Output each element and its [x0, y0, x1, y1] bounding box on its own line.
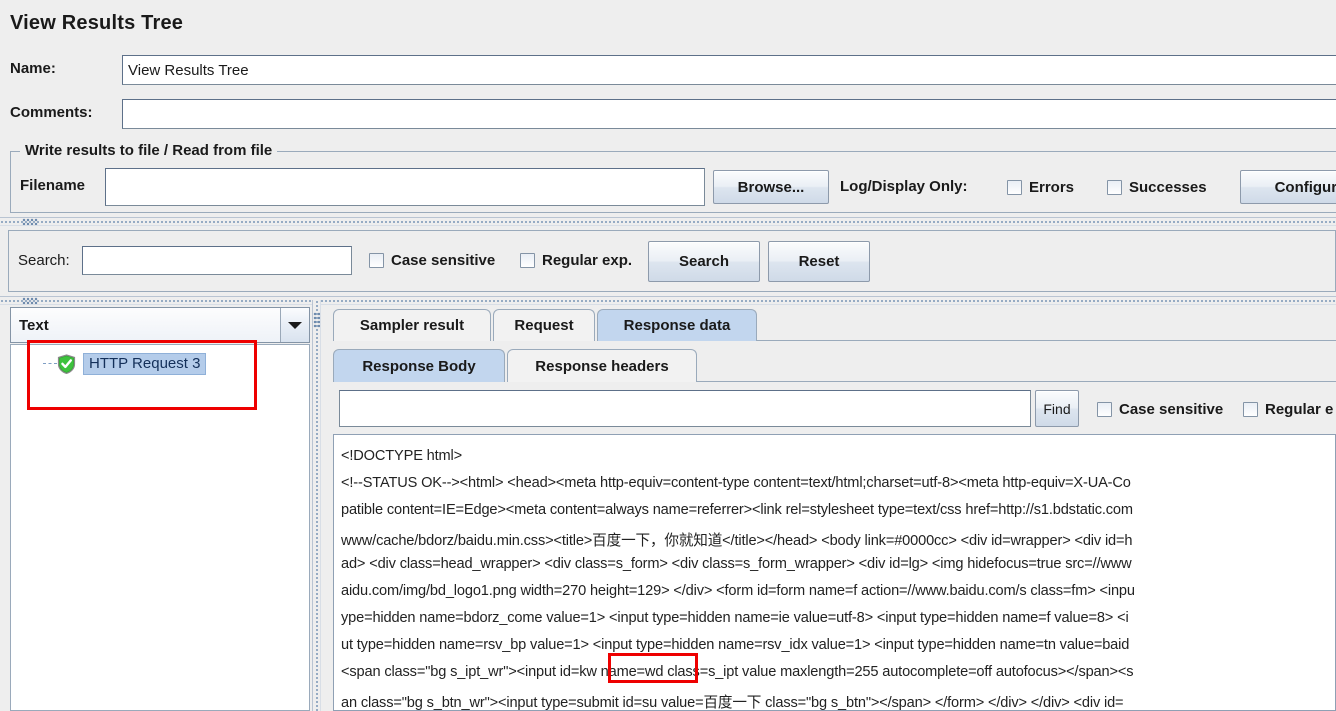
- successes-checkbox[interactable]: Successes: [1107, 179, 1207, 196]
- tree-elbow-icon: [43, 363, 57, 364]
- find-regular-exp-label: Regular e: [1265, 401, 1334, 418]
- find-case-sensitive-checkbox[interactable]: Case sensitive: [1097, 401, 1223, 418]
- filename-input[interactable]: [105, 168, 705, 206]
- find-button[interactable]: Find: [1035, 390, 1079, 427]
- green-shield-check-icon: [57, 354, 76, 374]
- response-body-line: aidu.com/img/bd_logo1.png width=270 heig…: [341, 583, 1135, 599]
- configure-button[interactable]: Configure: [1240, 170, 1336, 204]
- response-body-line: ad> <div class=head_wrapper> <div class=…: [341, 556, 1132, 572]
- filename-label: Filename: [20, 177, 86, 194]
- response-body-line: <!--STATUS OK--><html> <head><meta http-…: [341, 475, 1131, 491]
- errors-checkbox[interactable]: Errors: [1007, 179, 1074, 196]
- render-selector-combobox[interactable]: Text: [10, 307, 310, 343]
- search-case-sensitive-checkbox[interactable]: Case sensitive: [369, 252, 495, 269]
- horizontal-splitter-middle[interactable]: [0, 296, 1336, 305]
- browse-button[interactable]: Browse...: [713, 170, 829, 204]
- splitter-grip-icon: [22, 297, 38, 304]
- render-selector-value: Text: [11, 308, 280, 342]
- response-body-line: an class="bg s_btn_wr"><input type=submi…: [341, 695, 1124, 711]
- checkbox-box-icon: [1007, 180, 1022, 195]
- tab-response-data[interactable]: Response data: [597, 309, 757, 341]
- chevron-down-icon[interactable]: [280, 308, 309, 342]
- tab-request[interactable]: Request: [493, 309, 595, 341]
- tab-response-headers[interactable]: Response headers: [507, 349, 697, 382]
- tab-sampler-result[interactable]: Sampler result: [333, 309, 491, 341]
- horizontal-splitter-top[interactable]: [0, 217, 1336, 226]
- response-body-line: ut type=hidden name=rsv_bp value=1> <inp…: [341, 637, 1130, 653]
- response-tabs-underline: [697, 381, 1336, 382]
- tree-node-http-request-3[interactable]: HTTP Request 3: [57, 353, 207, 375]
- search-button[interactable]: Search: [648, 241, 760, 282]
- response-body-line: <span class="bg s_ipt_wr"><input id=kw n…: [341, 664, 1134, 680]
- page-title: View Results Tree: [10, 12, 184, 34]
- search-input[interactable]: [82, 246, 352, 275]
- checkbox-box-icon: [369, 253, 384, 268]
- checkbox-box-icon: [520, 253, 535, 268]
- checkbox-box-icon: [1097, 402, 1112, 417]
- errors-checkbox-label: Errors: [1029, 179, 1075, 196]
- vertical-splitter[interactable]: [312, 300, 321, 711]
- response-body-textarea[interactable]: <!DOCTYPE html> <!--STATUS OK--><html> <…: [333, 434, 1336, 711]
- comments-input[interactable]: [122, 99, 1336, 129]
- results-tree[interactable]: HTTP Request 3: [10, 344, 310, 711]
- find-regular-exp-checkbox[interactable]: Regular e: [1243, 401, 1333, 418]
- search-regular-exp-label: Regular exp.: [542, 252, 633, 269]
- search-case-sensitive-label: Case sensitive: [391, 252, 496, 269]
- checkbox-box-icon: [1243, 402, 1258, 417]
- response-body-line: www/cache/bdorz/baidu.min.css><title>百度一…: [341, 533, 1133, 549]
- checkbox-box-icon: [1107, 180, 1122, 195]
- successes-checkbox-label: Successes: [1129, 179, 1207, 196]
- search-regular-exp-checkbox[interactable]: Regular exp.: [520, 252, 632, 269]
- name-input[interactable]: View Results Tree: [122, 55, 1336, 85]
- response-body-line: patible content=IE=Edge><meta content=al…: [341, 502, 1133, 518]
- reset-button[interactable]: Reset: [768, 241, 870, 282]
- response-body-line: <!DOCTYPE html>: [341, 448, 463, 464]
- tab-response-body[interactable]: Response Body: [333, 349, 505, 382]
- view-results-tree-window: View Results Tree Name: View Results Tre…: [0, 0, 1336, 711]
- splitter-grip-icon: [22, 218, 38, 225]
- name-label: Name:: [10, 60, 56, 77]
- log-display-only-label: Log/Display Only:: [840, 178, 968, 195]
- find-input[interactable]: [339, 390, 1031, 427]
- tree-node-label: HTTP Request 3: [83, 353, 207, 375]
- search-label: Search:: [18, 252, 70, 269]
- write-results-group-title: Write results to file / Read from file: [20, 142, 278, 159]
- result-tabs-underline: [757, 340, 1336, 341]
- response-body-line: ype=hidden name=bdorz_come value=1> <inp…: [341, 610, 1129, 626]
- comments-label: Comments:: [10, 104, 93, 121]
- find-case-sensitive-label: Case sensitive: [1119, 401, 1224, 418]
- splitter-grip-icon: [313, 312, 320, 328]
